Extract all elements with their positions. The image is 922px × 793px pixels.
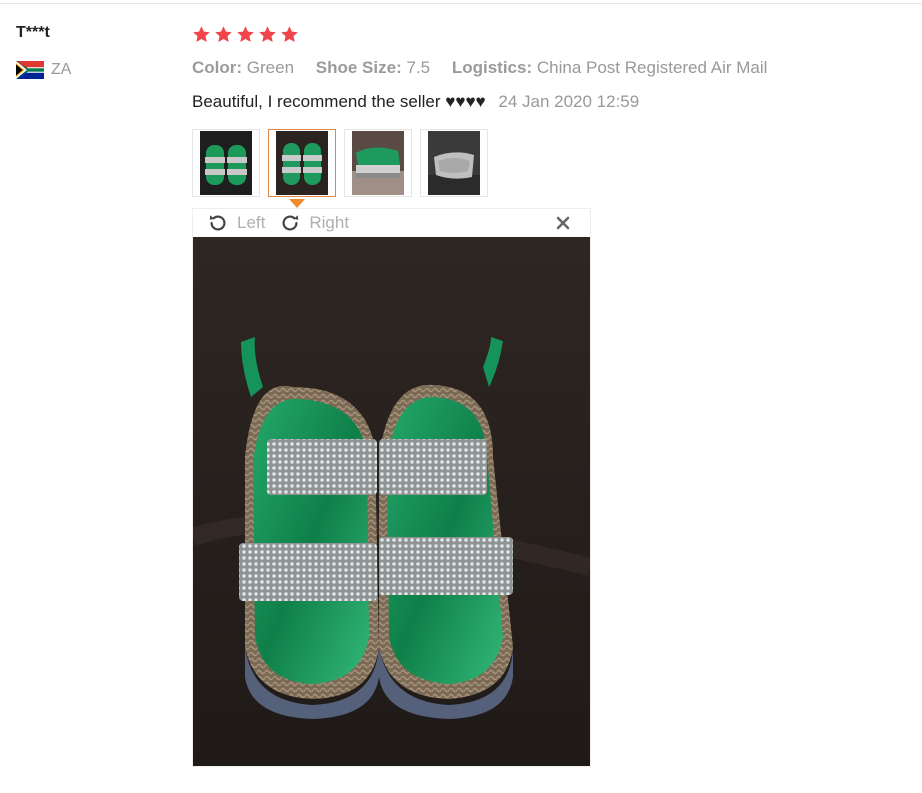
order-attributes: Color: Green Shoe Size: 7.5 Logistics: C… xyxy=(192,58,784,78)
review-photo-thumbnail-3[interactable] xyxy=(344,129,412,197)
review-text: Beautiful, I recommend the seller xyxy=(192,92,441,111)
photo-viewer: Left Right xyxy=(192,208,591,767)
star-icon xyxy=(259,26,276,42)
close-icon[interactable] xyxy=(554,214,572,232)
active-thumbnail-indicator xyxy=(289,199,305,208)
reviewer-name: T***t xyxy=(16,24,50,41)
rotate-left-icon xyxy=(209,215,226,231)
country-code: ZA xyxy=(51,61,72,78)
top-divider xyxy=(0,3,922,4)
south-africa-flag-icon xyxy=(16,61,44,79)
rotate-right-icon xyxy=(282,215,299,231)
review-photo-thumbnail-2[interactable] xyxy=(268,129,336,197)
attribute-color: Color: Green xyxy=(192,58,295,77)
photo-viewer-toolbar: Left Right xyxy=(193,209,590,237)
attribute-shoe-size: Shoe Size: 7.5 xyxy=(315,58,431,77)
review-date: 24 Jan 2020 12:59 xyxy=(498,92,640,111)
star-icon xyxy=(193,26,210,42)
review-photo-large xyxy=(193,237,590,766)
rotate-right-label: Right xyxy=(309,213,350,232)
rotate-left-label: Left xyxy=(237,213,266,232)
review-photo-thumbnail-1[interactable] xyxy=(192,129,260,197)
star-rating xyxy=(192,25,299,44)
attribute-logistics: Logistics: China Post Registered Air Mai… xyxy=(451,58,768,77)
rotate-left-button[interactable]: Left xyxy=(207,212,265,234)
rotate-right-button[interactable]: Right xyxy=(279,212,349,234)
review-photo-thumbnails xyxy=(192,129,488,197)
review-photo-thumbnail-4[interactable] xyxy=(420,129,488,197)
reviewer-country: ZA xyxy=(16,60,71,80)
star-icon xyxy=(215,26,232,42)
review-text-line: Beautiful, I recommend the seller ♥♥♥♥ 2… xyxy=(192,92,639,112)
review-hearts: ♥♥♥♥ xyxy=(445,92,486,111)
star-icon xyxy=(237,26,254,42)
star-icon xyxy=(281,26,298,42)
